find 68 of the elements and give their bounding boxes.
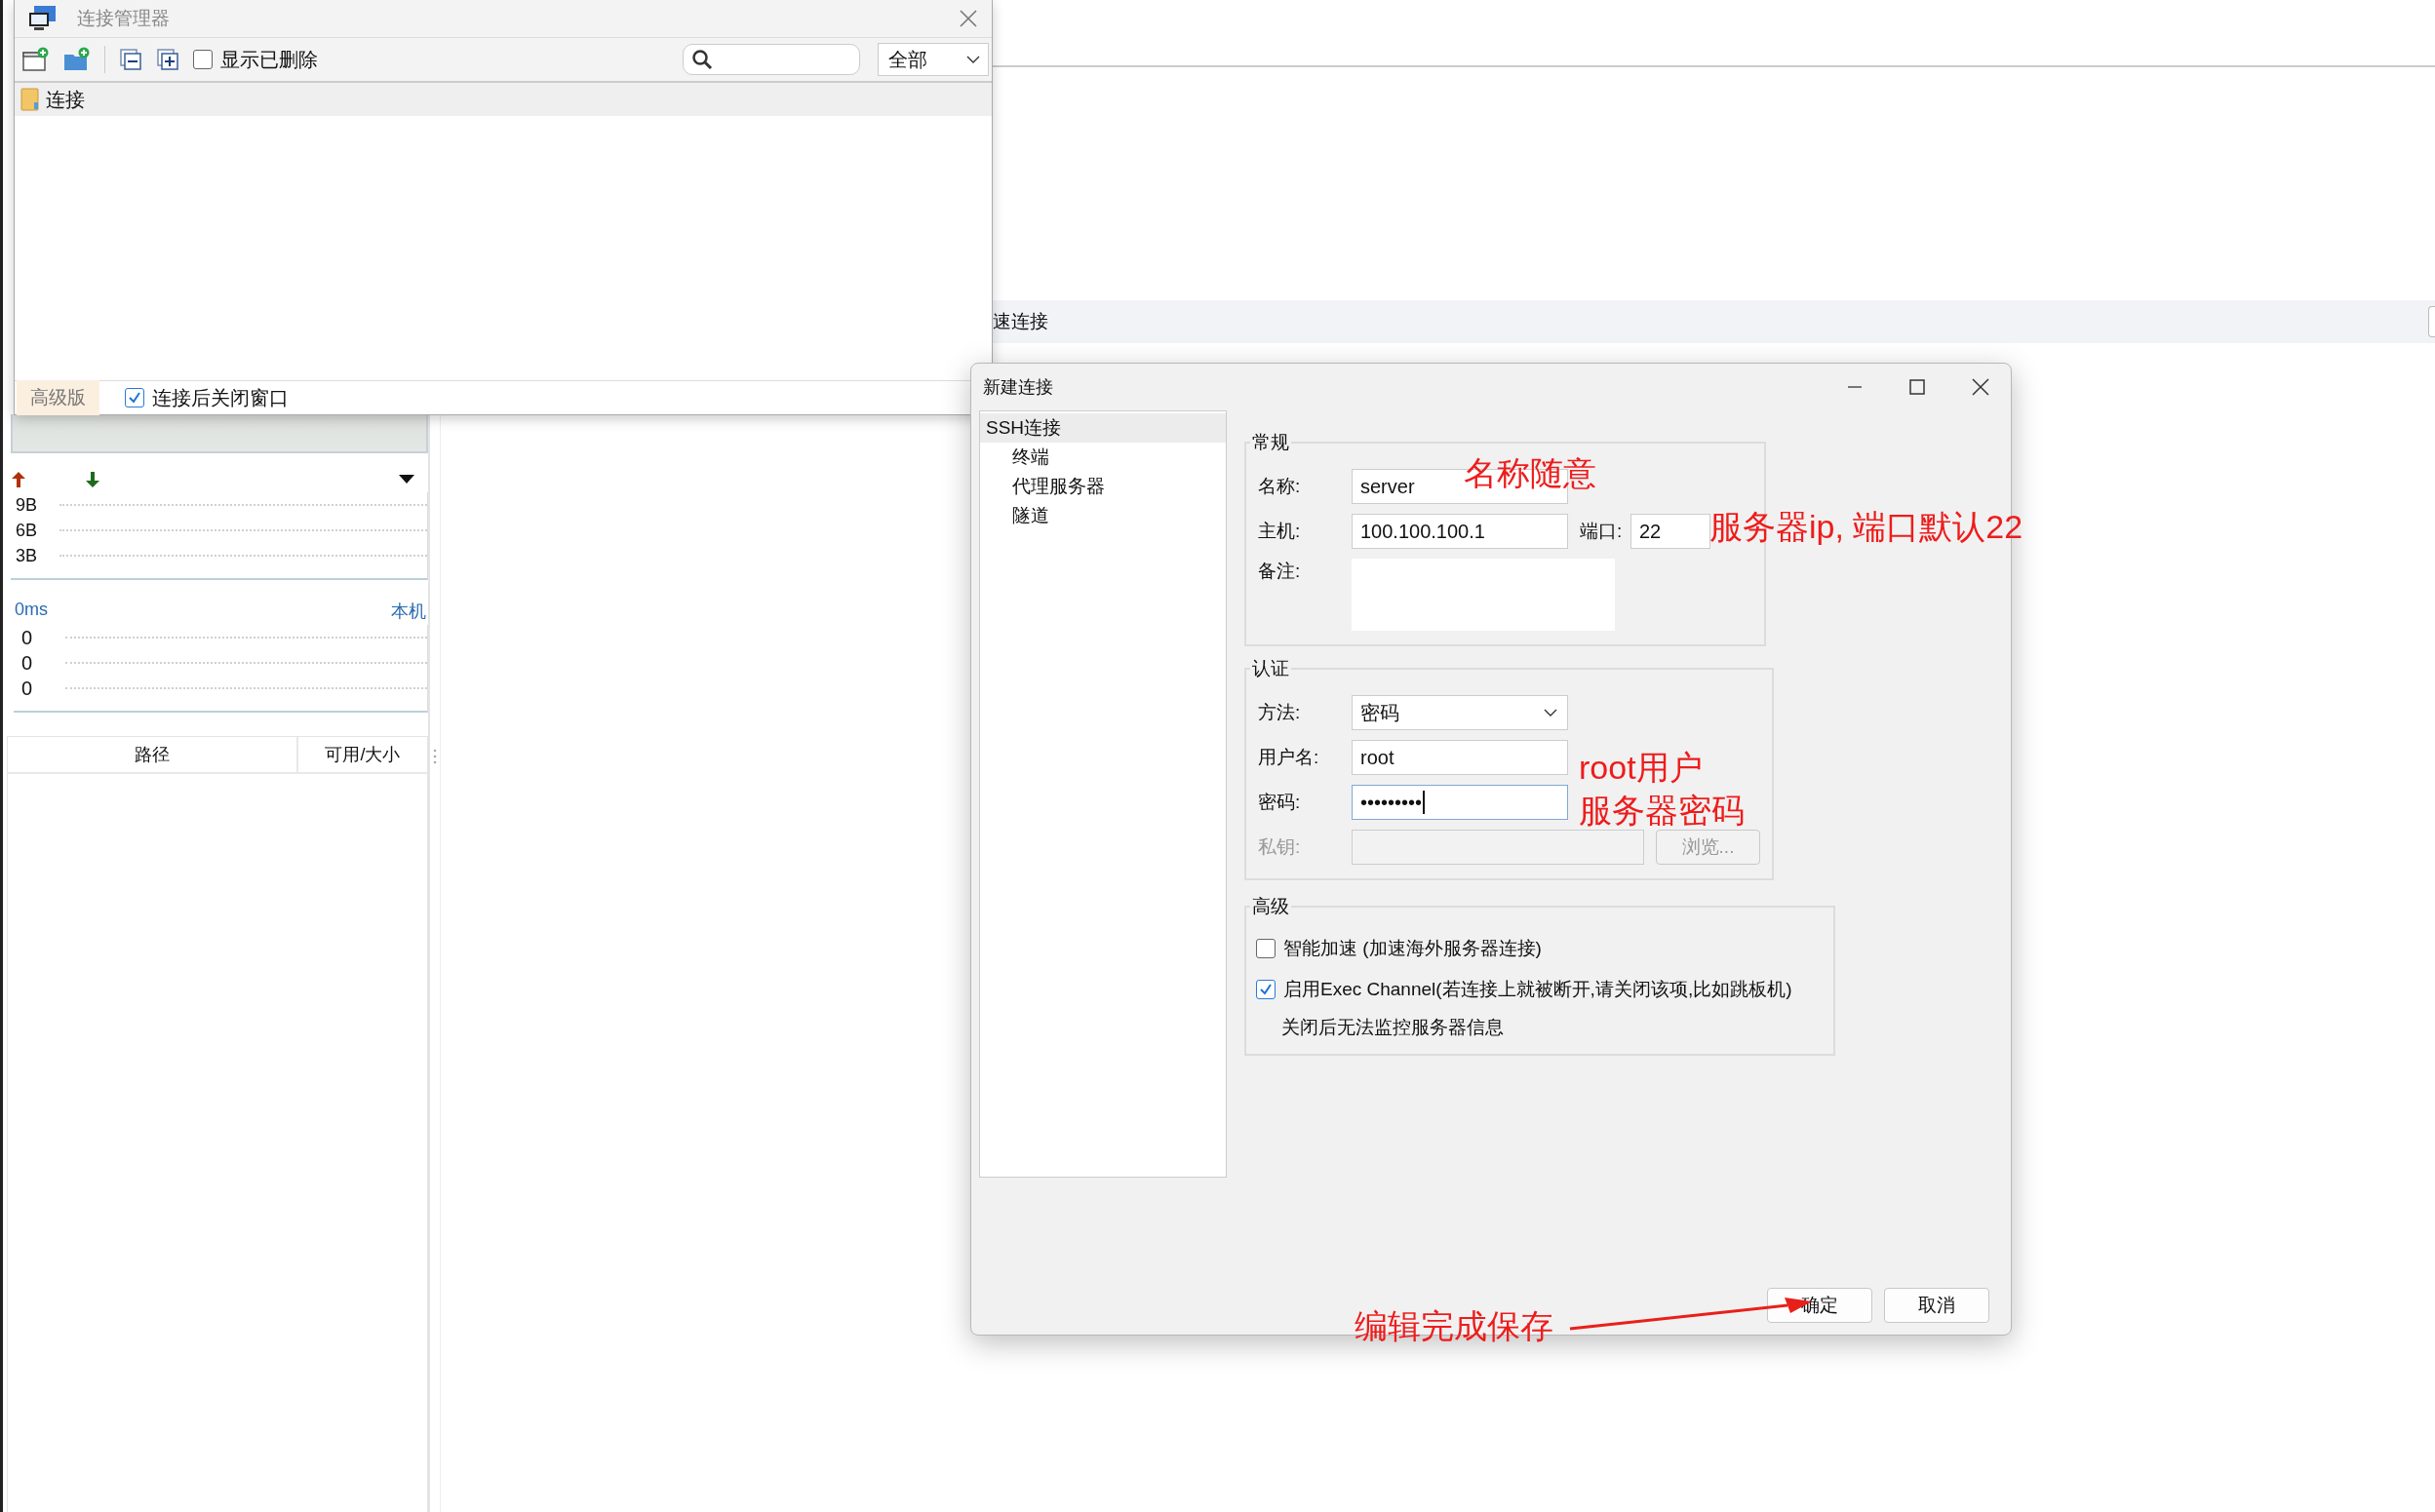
annotation-text: 服务器密码: [1579, 791, 1745, 831]
method-dropdown[interactable]: 密码: [1352, 695, 1568, 730]
field-label: 端口:: [1580, 520, 1624, 543]
password-field[interactable]: •••••••••: [1352, 785, 1568, 820]
new-window-icon[interactable]: [22, 47, 50, 72]
axis-label: 3B: [15, 545, 39, 566]
search-icon: [691, 49, 713, 70]
axis-label: 9B: [15, 494, 39, 516]
edition-badge: 高级版: [17, 380, 99, 415]
input-field[interactable]: root: [1352, 740, 1568, 775]
input-field[interactable]: [1352, 830, 1644, 865]
field-label: 方法:: [1258, 701, 1302, 724]
field-label: 备注:: [1258, 560, 1302, 583]
close-icon[interactable]: [1972, 378, 1989, 396]
annotation-text: 编辑完成保存: [1355, 1306, 1553, 1346]
tree-item[interactable]: 终端: [980, 443, 1226, 472]
search-field[interactable]: [683, 44, 860, 75]
checkbox-label[interactable]: 显示已删除: [220, 46, 318, 73]
group-title: 高级: [1251, 895, 1290, 918]
filter-dropdown[interactable]: 全部: [878, 43, 989, 76]
column-header[interactable]: 路径: [8, 737, 298, 772]
new-folder-icon[interactable]: [63, 47, 91, 72]
field-label: 密码:: [1258, 791, 1302, 814]
checkbox[interactable]: [193, 50, 213, 69]
tree-item[interactable]: 连接: [15, 83, 992, 116]
download-arrow-icon: [85, 471, 100, 488]
monitor-icon: [28, 5, 58, 32]
grip-icon[interactable]: [433, 748, 437, 764]
caret-icon: [1544, 709, 1557, 717]
axis-label: 6B: [15, 520, 39, 541]
field-label: 名称:: [1258, 475, 1302, 498]
latency-reading: 0ms: [15, 600, 48, 621]
dropdown-icon[interactable]: [399, 475, 414, 485]
folder-icon: [20, 87, 40, 112]
checkbox[interactable]: [1256, 980, 1276, 999]
tree-item[interactable]: 代理服务器: [980, 472, 1226, 501]
field-label: 用户名:: [1258, 746, 1320, 769]
collapse-icon[interactable]: [119, 48, 142, 71]
axis-label: 0: [20, 626, 34, 649]
caret-icon: [966, 56, 980, 63]
annotation-text: root用户: [1579, 748, 1703, 788]
input-field[interactable]: 100.100.100.1: [1352, 514, 1568, 549]
field-label: 私钥:: [1258, 835, 1302, 859]
annotation-text: 服务器ip, 端口默认22: [1709, 507, 2023, 547]
field-label: 主机:: [1258, 520, 1302, 543]
checkbox[interactable]: [1256, 939, 1276, 958]
option-note: 关闭后无法监控服务器信息: [1281, 1016, 1505, 1039]
upload-arrow-icon: [11, 471, 26, 488]
tree-item[interactable]: SSH连接: [980, 413, 1226, 443]
group-title: 常规: [1251, 431, 1290, 454]
window-title: 连接管理器: [77, 7, 170, 30]
checkbox-label[interactable]: 智能加速 (加速海外服务器连接): [1283, 936, 1542, 961]
axis-label: 0: [20, 651, 34, 675]
host-label: 本机: [391, 601, 426, 623]
checkbox-label[interactable]: 启用Exec Channel(若连接上就被断开,请关闭该项,比如跳板机): [1283, 977, 1792, 1002]
tree-item[interactable]: 隧道: [980, 501, 1226, 530]
quick-connect-field[interactable]: [2428, 306, 2435, 337]
group-title: 认证: [1251, 657, 1290, 680]
column-header[interactable]: 可用/大小: [298, 737, 427, 772]
expand-icon[interactable]: [156, 48, 179, 71]
quick-connect-label[interactable]: 速连接: [993, 309, 1048, 334]
axis-label: 0: [20, 677, 34, 700]
input-field[interactable]: 22: [1630, 514, 1710, 549]
maximize-icon[interactable]: [1909, 379, 1925, 395]
checkbox-label[interactable]: 连接后关闭窗口: [152, 384, 289, 411]
window-title: 新建连接: [983, 376, 1053, 399]
checkbox[interactable]: [125, 388, 144, 407]
dialog-button[interactable]: 取消: [1884, 1288, 1989, 1323]
